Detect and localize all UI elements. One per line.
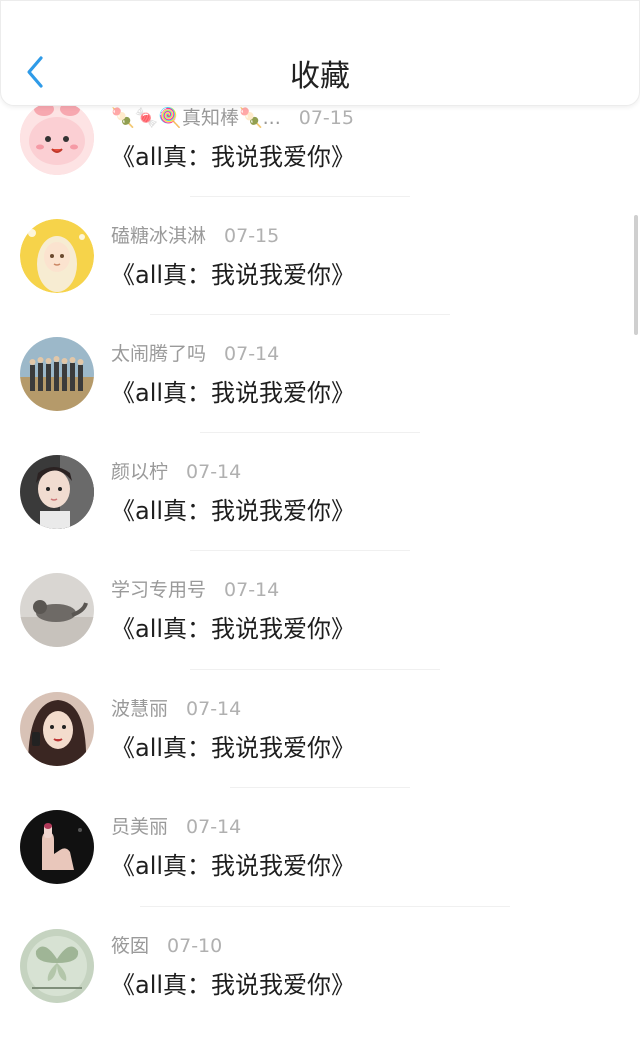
list-item[interactable]: 太闹腾了吗 07-14 《all真：我说我爱你》 (0, 337, 640, 455)
avatar[interactable] (20, 573, 94, 647)
item-meta: 学习专用号 07-14 (111, 575, 279, 602)
divider (200, 432, 420, 433)
list-item[interactable]: 筱囡 07-10 《all真：我说我爱你》 (0, 929, 640, 1047)
divider (190, 550, 410, 551)
divider (230, 787, 410, 788)
divider (140, 906, 510, 907)
page-title: 收藏 (290, 59, 350, 94)
author-name[interactable]: 颜以柠 (111, 461, 168, 483)
item-title[interactable]: 《all真：我说我爱你》 (111, 846, 355, 881)
item-meta: 员美丽 07-14 (111, 812, 241, 839)
item-title[interactable]: 《all真：我说我爱你》 (111, 728, 355, 763)
avatar[interactable] (20, 219, 94, 293)
item-date: 07-14 (186, 698, 242, 720)
top-nav-bar: 收藏 (0, 0, 640, 106)
item-meta: 筱囡 07-10 (111, 931, 222, 958)
avatar[interactable] (20, 929, 94, 1003)
divider (190, 669, 440, 670)
avatar[interactable] (20, 101, 94, 175)
item-title[interactable]: 《all真：我说我爱你》 (111, 373, 355, 408)
avatar[interactable] (20, 692, 94, 766)
favorites-list: 🍡🍬🍭真知棒🍡... 07-15 《all真：我说我爱你》 磕糖冰淇淋 07-15 … (0, 0, 640, 1024)
author-name[interactable]: 磕糖冰淇淋 (111, 225, 206, 247)
list-item[interactable]: 磕糖冰淇淋 07-15 《all真：我说我爱你》 (0, 219, 640, 337)
item-title[interactable]: 《all真：我说我爱你》 (111, 137, 355, 172)
list-item[interactable]: 🍡🍬🍭真知棒🍡... 07-15 《all真：我说我爱你》 (0, 101, 640, 219)
item-meta: 太闹腾了吗 07-14 (111, 339, 279, 366)
author-name[interactable]: 太闹腾了吗 (111, 343, 206, 365)
avatar[interactable] (20, 455, 94, 529)
item-meta: 颜以柠 07-14 (111, 457, 241, 484)
item-meta: 🍡🍬🍭真知棒🍡... 07-15 (111, 103, 354, 130)
item-date: 07-14 (186, 816, 242, 838)
divider (150, 314, 450, 315)
item-title[interactable]: 《all真：我说我爱你》 (111, 965, 355, 1000)
item-date: 07-14 (186, 461, 242, 483)
list-item[interactable]: 颜以柠 07-14 《all真：我说我爱你》 (0, 455, 640, 573)
scrollbar[interactable] (634, 215, 638, 335)
item-title[interactable]: 《all真：我说我爱你》 (111, 255, 355, 290)
divider (190, 196, 410, 197)
author-name[interactable]: 波慧丽 (111, 698, 168, 720)
author-name[interactable]: 🍡🍬🍭真知棒🍡... (111, 107, 281, 129)
author-name[interactable]: 筱囡 (111, 935, 149, 957)
item-date: 07-14 (224, 579, 280, 601)
item-meta: 波慧丽 07-14 (111, 694, 241, 721)
avatar[interactable] (20, 810, 94, 884)
item-date: 07-15 (298, 107, 354, 129)
item-title[interactable]: 《all真：我说我爱你》 (111, 491, 355, 526)
list-item[interactable]: 波慧丽 07-14 《all真：我说我爱你》 (0, 692, 640, 810)
author-name[interactable]: 学习专用号 (111, 579, 206, 601)
item-date: 07-10 (167, 935, 223, 957)
list-item[interactable]: 员美丽 07-14 《all真：我说我爱你》 (0, 810, 640, 928)
list-item[interactable]: 学习专用号 07-14 《all真：我说我爱你》 (0, 573, 640, 691)
item-date: 07-15 (224, 225, 280, 247)
item-title[interactable]: 《all真：我说我爱你》 (111, 609, 355, 644)
avatar[interactable] (20, 337, 94, 411)
author-name[interactable]: 员美丽 (111, 816, 168, 838)
item-meta: 磕糖冰淇淋 07-15 (111, 221, 279, 248)
item-date: 07-14 (224, 343, 280, 365)
